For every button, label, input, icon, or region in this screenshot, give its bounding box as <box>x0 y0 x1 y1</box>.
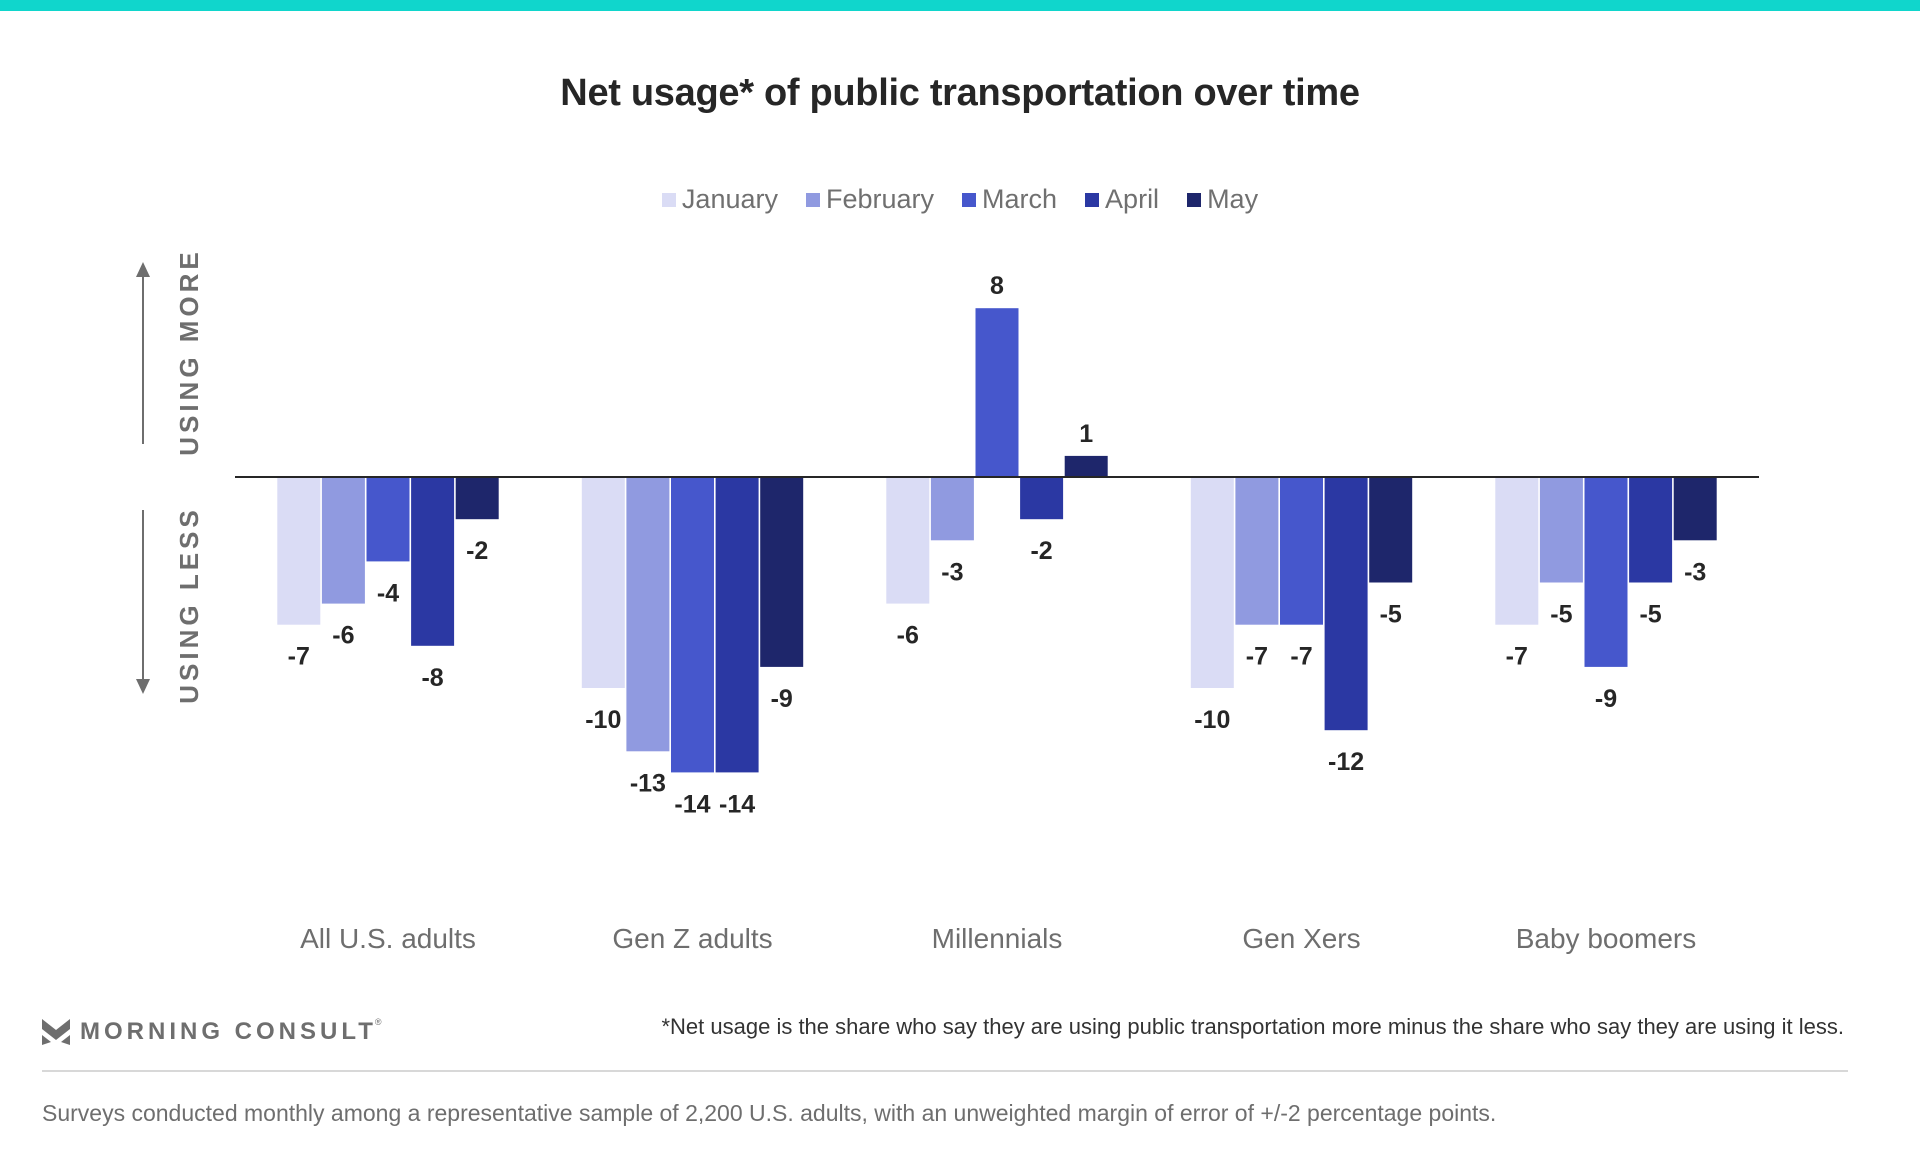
category-label-gen-xers: Gen Xers <box>1242 923 1360 954</box>
down-arrow-icon <box>136 679 150 694</box>
bar-millennials-january <box>886 477 930 604</box>
data-label-millennials-may: 1 <box>1079 420 1093 448</box>
bar-gen-xers-april <box>1324 477 1368 731</box>
logo-text: MORNING CONSULT <box>80 1018 377 1045</box>
data-label-baby-boomers-march: -9 <box>1595 685 1617 713</box>
bar-all-u-s-adults-march <box>366 477 410 562</box>
up-arrow-icon <box>136 262 150 277</box>
data-label-millennials-april: -2 <box>1030 537 1052 565</box>
data-label-baby-boomers-may: -3 <box>1684 558 1706 586</box>
source-note: Surveys conducted monthly among a repres… <box>42 1100 1497 1126</box>
data-label-gen-xers-february: -7 <box>1246 643 1268 671</box>
data-label-gen-z-adults-march: -14 <box>674 790 710 818</box>
bar-all-u-s-adults-april <box>411 477 455 646</box>
chart-area: USING MORE USING LESS -7 -6 -4 -8 -2 -10 -13 -1… <box>136 248 1759 954</box>
data-label-baby-boomers-february: -5 <box>1550 601 1572 629</box>
using-less-label: USING LESS <box>174 506 204 703</box>
using-more-label: USING MORE <box>174 248 204 456</box>
bar-gen-xers-may <box>1369 477 1413 583</box>
bar-millennials-april <box>1020 477 1064 520</box>
data-label-all-u-s-adults-february: -6 <box>332 622 354 650</box>
bar-millennials-march <box>975 308 1019 477</box>
bar-gen-xers-february <box>1235 477 1279 625</box>
category-label-baby-boomers: Baby boomers <box>1516 923 1697 954</box>
axis-annotations: USING MORE USING LESS <box>136 248 204 704</box>
data-label-gen-z-adults-january: -10 <box>585 706 621 734</box>
data-label-gen-xers-january: -10 <box>1194 706 1230 734</box>
data-label-gen-z-adults-february: -13 <box>630 769 666 797</box>
bar-baby-boomers-january <box>1495 477 1539 625</box>
category-label-gen-z-adults: Gen Z adults <box>612 923 772 954</box>
data-label-baby-boomers-april: -5 <box>1639 601 1661 629</box>
bar-baby-boomers-march <box>1584 477 1628 667</box>
bar-gen-z-adults-may <box>760 477 804 667</box>
bar-all-u-s-adults-january <box>277 477 321 625</box>
data-label-gen-xers-march: -7 <box>1290 643 1312 671</box>
data-label-all-u-s-adults-april: -8 <box>421 664 443 692</box>
bar-all-u-s-adults-may <box>455 477 499 520</box>
data-label-baby-boomers-january: -7 <box>1506 643 1528 671</box>
bar-baby-boomers-february <box>1539 477 1583 583</box>
data-label-all-u-s-adults-may: -2 <box>466 537 488 565</box>
bar-gen-xers-march <box>1280 477 1323 625</box>
bar-millennials-february <box>930 477 974 541</box>
bars <box>277 308 1717 773</box>
bar-baby-boomers-april <box>1629 477 1673 583</box>
data-label-gen-xers-may: -5 <box>1380 601 1402 629</box>
bar-gen-xers-january <box>1190 477 1234 688</box>
bar-millennials-may <box>1064 455 1108 477</box>
bar-gen-z-adults-march <box>671 477 714 773</box>
bar-gen-z-adults-january <box>581 477 625 688</box>
morning-consult-logo: MORNING CONSULT ® <box>42 1017 384 1046</box>
bar-all-u-s-adults-february <box>321 477 365 604</box>
bar-gen-z-adults-february <box>626 477 670 752</box>
bar-gen-z-adults-april <box>715 477 759 773</box>
data-label-gen-z-adults-may: -9 <box>771 685 793 713</box>
data-label-all-u-s-adults-january: -7 <box>288 643 310 671</box>
registered-mark-icon: ® <box>374 1017 382 1027</box>
bar-baby-boomers-may <box>1673 477 1717 541</box>
category-labels: All U.S. adults Gen Z adults Millennials Ge… <box>300 923 1696 954</box>
data-label-all-u-s-adults-march: -4 <box>377 579 399 607</box>
category-label-millennials: Millennials <box>932 923 1063 954</box>
data-label-gen-xers-april: -12 <box>1328 748 1364 776</box>
data-label-millennials-march: 8 <box>990 272 1004 300</box>
category-label-all-u-s-adults: All U.S. adults <box>300 923 476 954</box>
footer-divider <box>42 1070 1848 1072</box>
data-label-gen-z-adults-april: -14 <box>719 790 755 818</box>
data-label-millennials-january: -6 <box>897 622 919 650</box>
morning-consult-logo-icon <box>42 1019 70 1045</box>
footnote: *Net usage is the share who say they are… <box>661 1014 1844 1039</box>
data-label-millennials-february: -3 <box>941 558 963 586</box>
